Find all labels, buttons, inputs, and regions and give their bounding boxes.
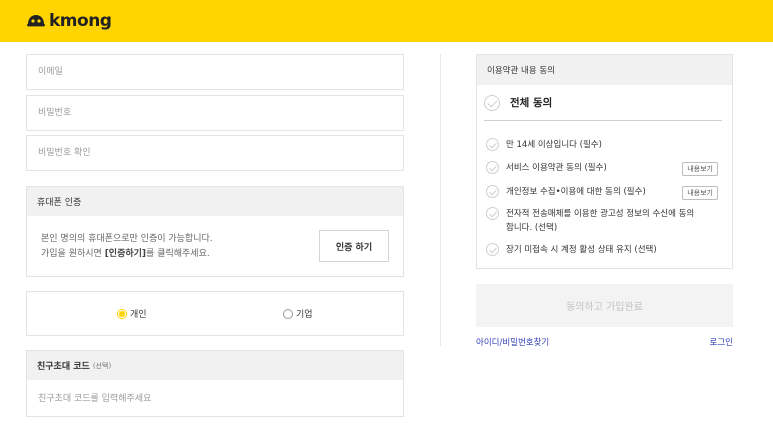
term-privacy-label: 개인정보 수집•이용에 대한 동의 (필수) <box>506 187 646 197</box>
term-service-label: 서비스 이용약관 동의 (필수) <box>506 163 607 173</box>
email-field[interactable] <box>26 54 404 90</box>
verify-phone-button[interactable]: 인증 하기 <box>319 230 389 262</box>
phone-desc-suffix: 를 클릭해주세요. <box>146 249 210 259</box>
term-dormant-checkbox[interactable]: 장기 미접속 시 계정 활성 상태 유지 (선택) <box>486 243 657 257</box>
top-bar: kmong <box>0 0 773 42</box>
phone-desc-prefix: 가입을 원하시면 <box>41 249 105 259</box>
term-privacy-checkbox[interactable]: 개인정보 수집•이용에 대한 동의 (필수) <box>486 185 646 199</box>
check-circle-icon <box>486 161 499 174</box>
login-link[interactable]: 로그인 <box>710 336 733 348</box>
invite-code-input[interactable] <box>27 380 403 417</box>
radio-unselected-icon <box>283 308 293 319</box>
logo-text: kmong <box>49 11 112 31</box>
terms-agreement-section: 이용약관 내용 동의 전체 동의 만 14세 이상입니다 (필수) 서비스 이용… <box>476 54 733 269</box>
member-type-business-radio[interactable]: 기업 <box>283 307 313 320</box>
agree-all-checkbox[interactable]: 전체 동의 <box>484 95 722 121</box>
terms-title: 이용약관 내용 동의 <box>477 55 732 85</box>
check-circle-icon <box>484 95 500 111</box>
column-divider <box>440 54 441 346</box>
invite-code-section: 친구초대 코드 (선택) <box>26 350 404 417</box>
invite-code-title: 친구초대 코드 (선택) <box>27 351 403 380</box>
term-marketing-label: 전자적 전송매체를 이용한 광고성 정보의 수신에 동의합니다. (선택) <box>506 209 695 233</box>
view-privacy-terms-button[interactable]: 내용보기 <box>682 186 718 200</box>
phone-desc-strong: [인증하기] <box>104 249 147 259</box>
check-circle-icon <box>486 138 499 151</box>
password-confirm-input[interactable] <box>27 136 403 170</box>
password-input[interactable] <box>27 96 403 130</box>
agree-all-label: 전체 동의 <box>510 97 553 109</box>
agree-and-signup-button[interactable]: 동의하고 가입완료 <box>476 284 733 327</box>
find-account-link[interactable]: 아이디/비밀번호찾기 <box>476 336 549 348</box>
phone-verification-section: 휴대폰 인증 본인 명의의 휴대폰으로만 인증이 가능합니다. 가입을 원하시면… <box>26 186 404 277</box>
check-circle-icon <box>486 207 499 220</box>
password-field[interactable] <box>26 95 404 131</box>
check-circle-icon <box>486 243 499 256</box>
phone-desc-line2: 가입을 원하시면 [인증하기]를 클릭해주세요. <box>41 247 213 262</box>
view-service-terms-button[interactable]: 내용보기 <box>682 162 718 176</box>
term-dormant-label: 장기 미접속 시 계정 활성 상태 유지 (선택) <box>506 245 657 255</box>
email-input[interactable] <box>27 55 403 89</box>
radio-selected-icon <box>117 308 127 319</box>
check-circle-icon <box>486 185 499 198</box>
phone-verification-description: 본인 명의의 휴대폰으로만 인증이 가능합니다. 가입을 원하시면 [인증하기]… <box>41 232 213 262</box>
phone-verification-title: 휴대폰 인증 <box>27 187 403 216</box>
invite-code-optional: (선택) <box>92 361 112 370</box>
kmong-logo-icon <box>27 15 45 27</box>
password-confirm-field[interactable] <box>26 135 404 171</box>
member-type-personal-radio[interactable]: 개인 <box>117 307 147 320</box>
term-age-checkbox[interactable]: 만 14세 이상입니다 (필수) <box>486 138 602 152</box>
phone-desc-line1: 본인 명의의 휴대폰으로만 인증이 가능합니다. <box>41 234 213 244</box>
member-type-personal-label: 개인 <box>130 310 147 320</box>
term-marketing-checkbox[interactable]: 전자적 전송매체를 이용한 광고성 정보의 수신에 동의합니다. (선택) <box>486 207 701 235</box>
member-type-business-label: 기업 <box>296 310 313 320</box>
term-age-label: 만 14세 이상입니다 (필수) <box>506 140 602 150</box>
invite-code-title-text: 친구초대 코드 <box>37 362 90 372</box>
member-type-section: 개인 기업 <box>26 291 404 336</box>
kmong-logo[interactable]: kmong <box>26 10 112 32</box>
